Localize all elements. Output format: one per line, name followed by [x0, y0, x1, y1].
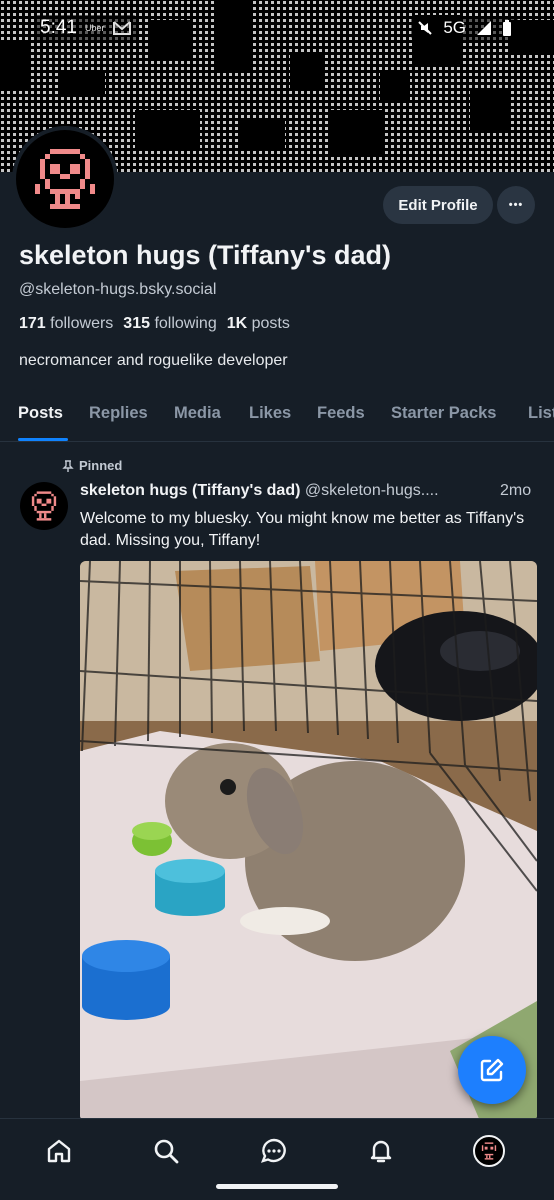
status-bar: 5:41 Uber 5G [0, 0, 554, 56]
nav-home[interactable] [39, 1131, 79, 1171]
home-icon [47, 1139, 71, 1163]
nav-notifications[interactable] [361, 1131, 401, 1171]
tab-media[interactable]: Media [174, 404, 221, 423]
avatar-image [16, 130, 114, 228]
posts-stat: 1K posts [227, 315, 290, 333]
posts-count: 1K [226, 315, 248, 332]
post-author-name[interactable]: skeleton hugs (Tiffany's dad) [80, 482, 300, 499]
following-label: following [154, 315, 217, 332]
pin-icon [62, 459, 74, 472]
profile-bio: necromancer and roguelike developer [19, 352, 288, 369]
compose-post-button[interactable] [458, 1036, 526, 1104]
mute-icon [418, 21, 433, 35]
ellipsis-icon: ••• [508, 199, 524, 211]
edit-profile-button[interactable]: Edit Profile [383, 186, 493, 224]
posts-label: posts [251, 315, 290, 332]
pinned-indicator: Pinned [62, 458, 122, 473]
tab-starter-packs[interactable]: Starter Packs [391, 404, 497, 423]
skull-avatar-icon [481, 1142, 497, 1160]
tab-lists[interactable]: Lists [528, 404, 554, 423]
following-stat[interactable]: 315 following [123, 315, 216, 333]
nav-chat[interactable] [254, 1131, 294, 1171]
followers-stat[interactable]: 171 followers [19, 315, 113, 333]
following-count: 315 [123, 315, 150, 332]
profile-handle: @skeleton-hugs.bsky.social [19, 281, 217, 298]
nav-profile[interactable] [469, 1131, 509, 1171]
post-header: skeleton hugs (Tiffany's dad) @skeleton-… [80, 482, 540, 500]
post-image[interactable] [80, 561, 537, 1121]
more-options-button[interactable]: ••• [497, 186, 535, 224]
nav-search[interactable] [146, 1131, 186, 1171]
status-time: 5:41 [40, 17, 77, 38]
display-name: skeleton hugs (Tiffany's dad) [19, 240, 391, 270]
skull-avatar-icon [35, 149, 95, 209]
followers-label: followers [50, 315, 114, 332]
active-tab-indicator [18, 438, 68, 441]
status-right: 5G [411, 16, 518, 40]
post-timestamp[interactable]: 2mo [500, 482, 531, 500]
mail-icon [112, 21, 131, 35]
profile-tabs: Posts Replies Media Likes Feeds Starter … [0, 394, 554, 442]
tab-replies[interactable]: Replies [89, 404, 148, 423]
skull-avatar-icon [31, 491, 57, 521]
status-notification-icons: Uber [84, 23, 105, 33]
battery-icon [503, 20, 511, 36]
profile-avatar[interactable] [12, 126, 118, 232]
post-author-avatar[interactable] [20, 482, 68, 530]
profile-stats: 171 followers 315 following 1K posts [19, 315, 290, 333]
pinned-label: Pinned [79, 458, 123, 473]
status-left: 5:41 Uber [34, 15, 137, 41]
tab-posts[interactable]: Posts [18, 404, 63, 423]
tab-feeds[interactable]: Feeds [317, 404, 365, 423]
network-type: 5G [443, 18, 466, 37]
chat-icon [260, 1138, 286, 1163]
gesture-home-bar[interactable] [216, 1184, 338, 1189]
compose-icon [480, 1058, 504, 1082]
post-author-handle[interactable]: @skeleton-hugs.... [305, 482, 439, 499]
rabbit-photo [80, 561, 537, 1121]
search-icon [154, 1139, 179, 1164]
tab-likes[interactable]: Likes [249, 404, 291, 423]
signal-icon [477, 21, 491, 35]
followers-count: 171 [19, 315, 46, 332]
bell-icon [370, 1140, 392, 1163]
nav-profile-avatar [473, 1135, 505, 1167]
post-text[interactable]: Welcome to my bluesky. You might know me… [80, 508, 540, 552]
